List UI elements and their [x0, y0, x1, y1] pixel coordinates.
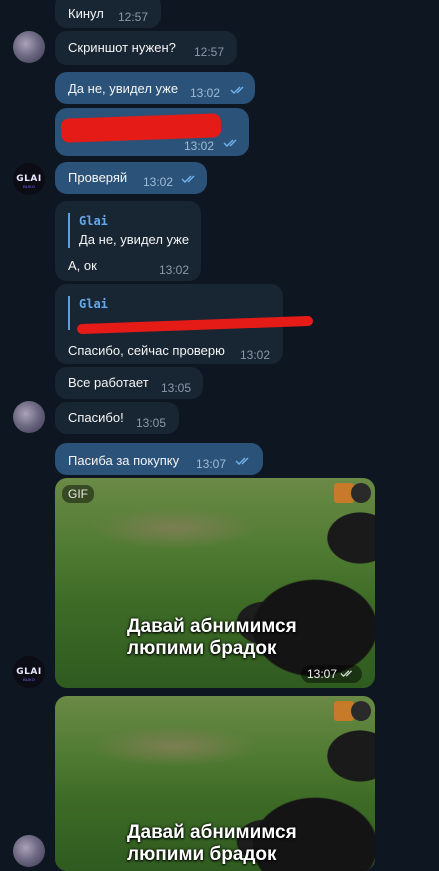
sticker-icon [351, 483, 371, 503]
avatar-sublabel: BLIKO [23, 184, 35, 189]
message-bubble[interactable]: Glai Да не, увидел уже А, ок 13:02 [55, 201, 201, 281]
gif-caption-line: Давай абнимимся [127, 822, 297, 843]
avatar[interactable] [13, 835, 45, 867]
message-time: 13:02 [143, 175, 174, 189]
avatar[interactable]: GLAI BLIKO [13, 163, 45, 195]
reply-author: Glai [79, 297, 108, 311]
message-text: Спасибо! [68, 410, 124, 425]
message-bubble[interactable]: 13:02 [55, 108, 249, 156]
avatar[interactable]: GLAI BLIKO [13, 656, 45, 688]
read-checkmarks-icon [181, 175, 195, 183]
read-checkmarks-icon [235, 457, 249, 465]
message-time: 13:05 [136, 416, 167, 430]
gif-caption-line: люпими брадок [127, 638, 277, 659]
message-bubble[interactable]: Glai Спасибо, сейчас проверю 13:02 [55, 284, 314, 364]
message-text: Все работает [68, 375, 149, 390]
avatar-label: GLAI [16, 667, 42, 677]
message-bubble[interactable]: Спасибо! 13:05 [55, 402, 179, 434]
message-time: 12:57 [118, 10, 149, 24]
message-text: Кинул [68, 6, 104, 21]
message-time: 13:07 [307, 667, 338, 681]
message-bubble[interactable]: Да не, увидел уже 13:02 [55, 72, 255, 104]
gif-caption: Давай абнимимся люпими брадок [127, 616, 297, 660]
message-text: Скриншот нужен? [68, 40, 176, 55]
gif-time: 13:07 [301, 665, 363, 683]
message-time: 12:57 [194, 45, 225, 59]
gif-caption-line: Давай абнимимся [127, 616, 297, 637]
reply-author: Glai [79, 214, 108, 228]
message-bubble[interactable]: Скриншот нужен? 12:57 [55, 31, 237, 65]
message-text: Да не, увидел уже [68, 81, 179, 96]
message-bubble[interactable]: Кинул 12:57 [55, 0, 161, 28]
read-checkmarks-icon [230, 86, 244, 94]
message-text: Спасибо, сейчас проверю [68, 343, 225, 358]
gif-badge: GIF [62, 485, 94, 503]
message-time: 13:07 [196, 457, 227, 471]
gif-message[interactable]: Давай абнимимся люпими брадок [55, 696, 375, 871]
message-bubble[interactable]: Пасиба за покупку 13:07 [55, 443, 263, 475]
reply-quote[interactable]: Glai Да не, увидел уже [68, 213, 189, 248]
gif-caption: Давай абнимимся люпими брадок [127, 822, 297, 866]
message-time: 13:02 [159, 263, 190, 277]
reply-text: Да не, увидел уже [79, 232, 190, 247]
avatar[interactable] [13, 31, 45, 63]
message-text: А, ок [68, 258, 97, 273]
read-checkmarks-icon [223, 139, 237, 147]
avatar-sublabel: BLIKO [23, 677, 35, 682]
message-time: 13:02 [190, 86, 221, 100]
sticker-icon [351, 701, 371, 721]
message-time: 13:02 [184, 139, 215, 153]
message-bubble[interactable]: Все работает 13:05 [55, 367, 203, 399]
message-text: Пасиба за покупку [68, 453, 180, 468]
message-bubble[interactable]: Проверяй 13:02 [55, 162, 207, 194]
avatar[interactable] [13, 401, 45, 433]
gif-message[interactable]: GIF Давай абнимимся люпими брадок 13:07 [55, 478, 375, 688]
gif-caption-line: люпими брадок [127, 844, 277, 865]
message-time: 13:02 [240, 348, 271, 362]
message-time: 13:05 [161, 381, 192, 395]
avatar-label: GLAI [16, 174, 42, 184]
read-checkmarks-icon [340, 670, 353, 678]
message-text: Проверяй [68, 170, 128, 185]
